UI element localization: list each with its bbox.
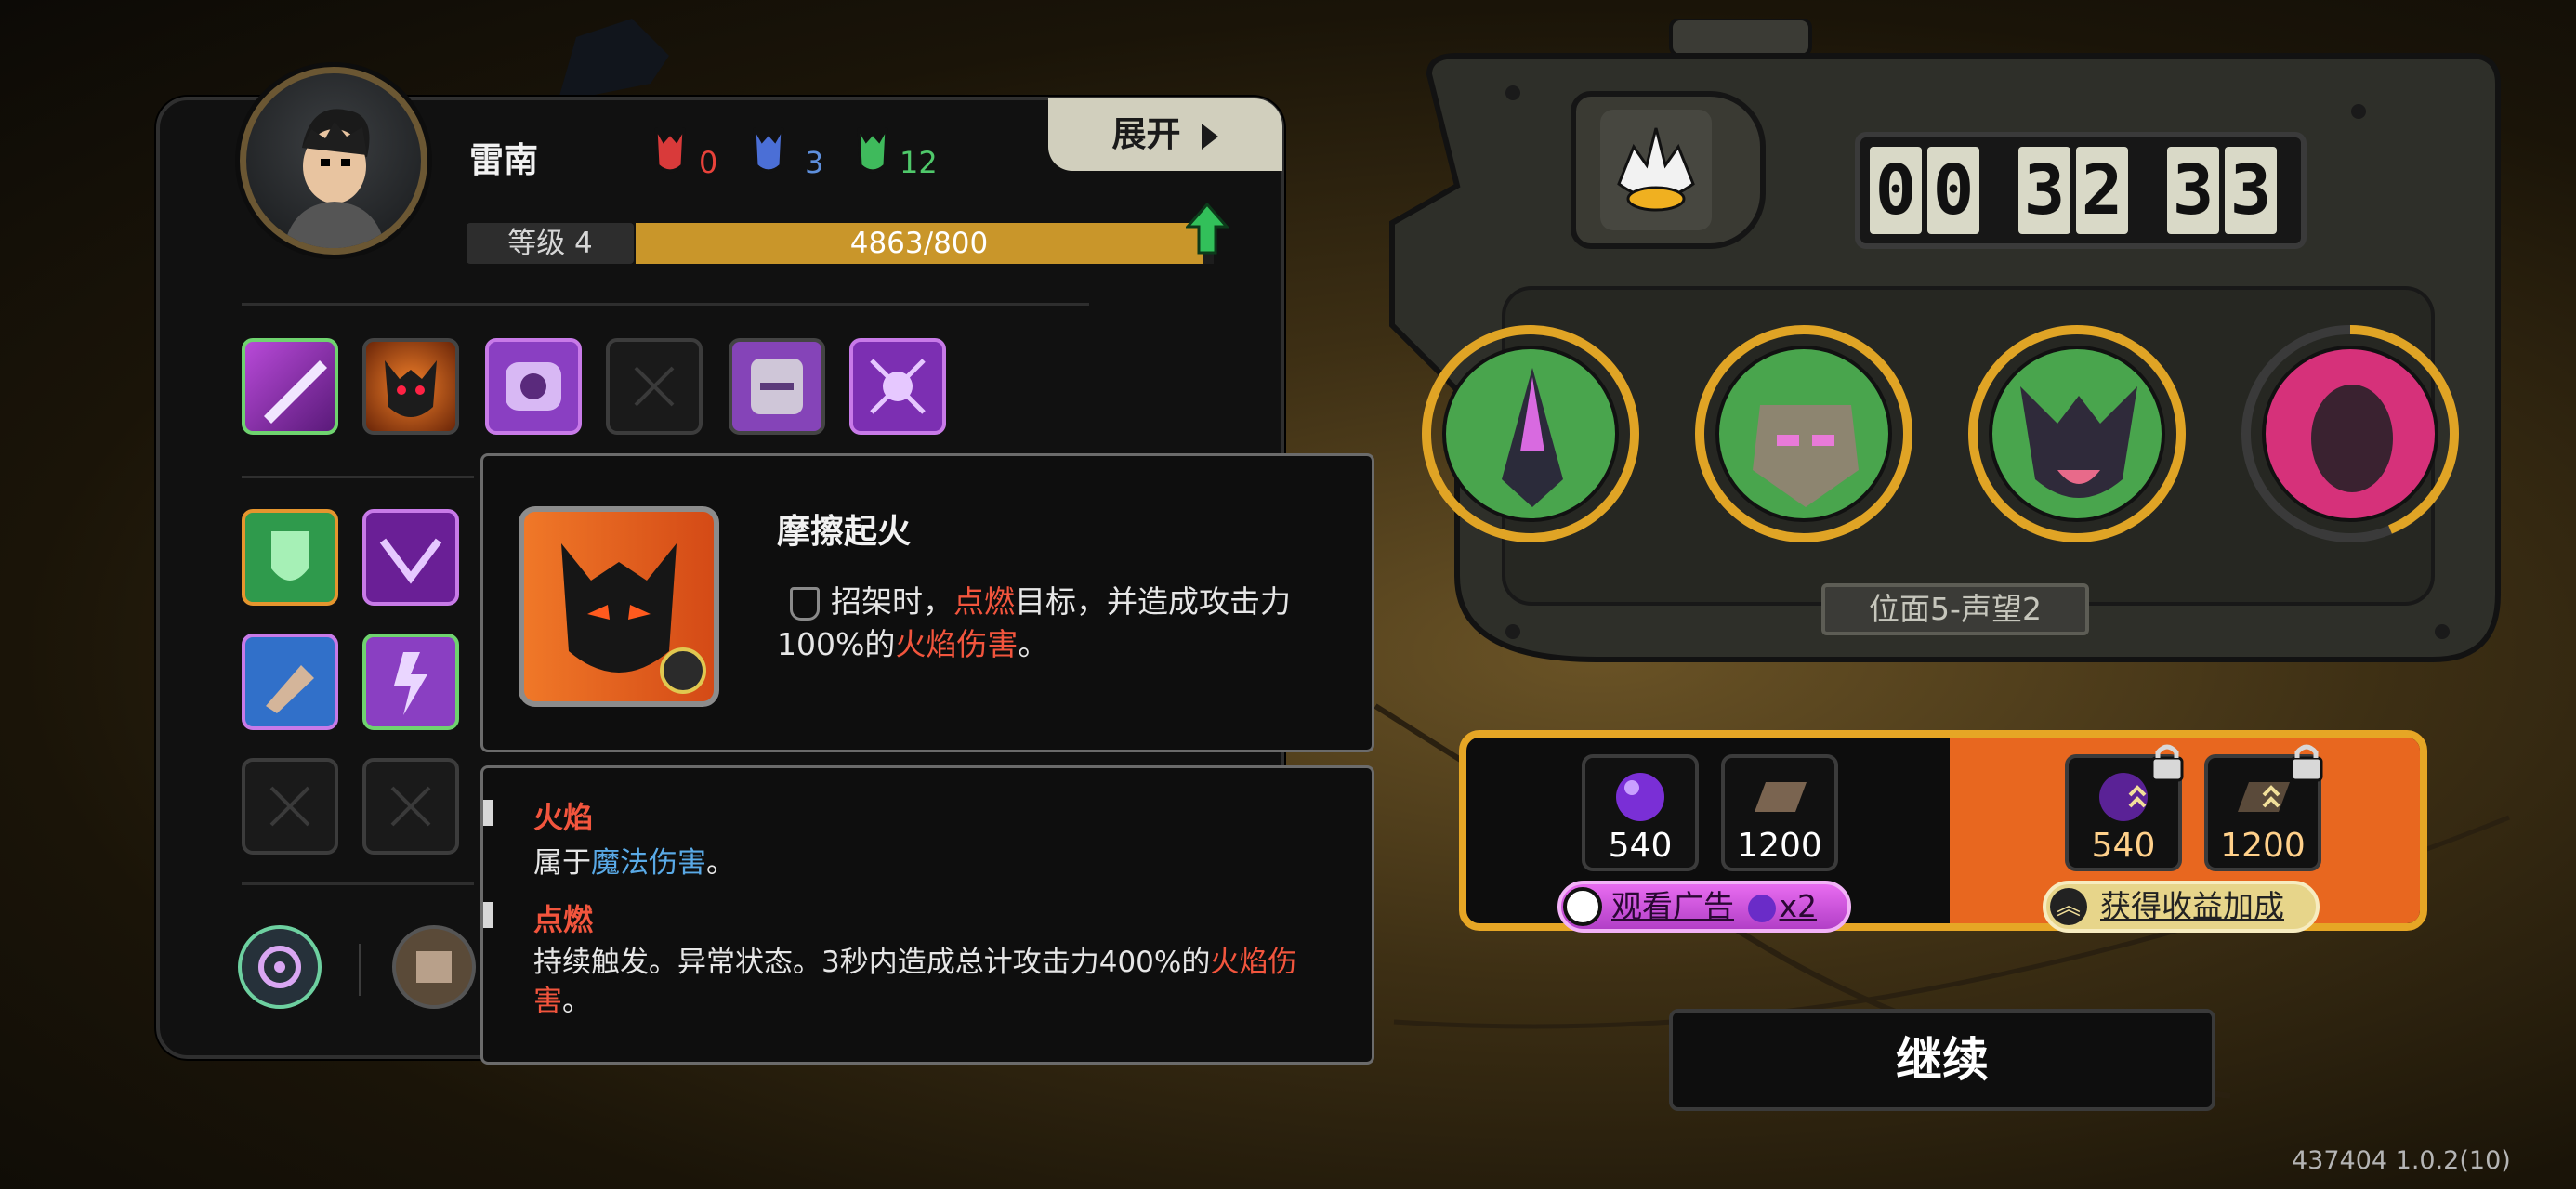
gain-bonus-button[interactable]: ︽ 获得收益加成 — [2043, 881, 2320, 933]
item-slot-empty-1[interactable] — [242, 758, 338, 855]
book-icon — [1755, 782, 1807, 812]
item-slot-2[interactable] — [362, 509, 459, 606]
scroll-icon — [416, 951, 452, 983]
chevron-left-icon — [660, 647, 706, 694]
level-up-arrow-icon[interactable] — [1186, 203, 1229, 255]
duck-icon — [1600, 110, 1712, 230]
progress-arc — [2349, 325, 2459, 534]
skill-slot-5[interactable] — [729, 338, 825, 435]
stat-red: 0 — [654, 123, 717, 180]
network-icon — [870, 359, 926, 414]
timer-digit: 3 — [2167, 147, 2219, 234]
green-shield-icon — [271, 531, 309, 581]
empty-x-icon — [269, 786, 310, 827]
reward-orb: 540 — [1582, 754, 1699, 871]
dark-knight-icon — [1502, 368, 1563, 507]
skill-tooltip: 摩擦起火 招架时，点燃目标，并造成攻击力 100%的火焰伤害。 — [480, 453, 1374, 752]
timer-digit: 3 — [2018, 147, 2070, 234]
timer-digit: 3 — [2225, 147, 2277, 234]
sword-strike-icon — [264, 360, 327, 424]
empty-x-icon — [390, 786, 431, 827]
armor-icon — [751, 359, 803, 414]
version-label: 437404 1.0.2(10) — [2292, 1146, 2511, 1175]
gear-device-icon — [506, 362, 561, 411]
continue-button[interactable]: 继续 — [1669, 1009, 2215, 1111]
play-triangle-icon — [1202, 123, 1219, 150]
xp-bar: 4863/800 — [636, 223, 1214, 264]
skill-slot-2[interactable] — [362, 338, 459, 435]
marker — [483, 800, 493, 826]
stat-green: 12 — [857, 123, 938, 180]
purple-orb-icon — [1747, 894, 1776, 922]
ultimate-skill-button[interactable] — [238, 925, 322, 1009]
glossary-fire-desc: 属于魔法伤害。 — [533, 846, 735, 880]
hero-name: 雷南 — [469, 140, 538, 180]
reward-book: 1200 — [1721, 754, 1838, 871]
fire-demon-icon — [385, 360, 437, 417]
tooltip-skill-image — [519, 506, 719, 707]
purple-orb-icon — [1616, 773, 1664, 821]
stat-red-value: 0 — [699, 145, 718, 180]
enemy-orb-1[interactable] — [1422, 325, 1639, 542]
hero-avatar[interactable] — [240, 67, 427, 255]
keyword-glossary: 火焰 属于魔法伤害。 点燃 持续触发。异常状态。3秒内造成总计攻击力400%的火… — [480, 765, 1374, 1065]
bullet-icon — [266, 665, 314, 713]
lock-icon — [2290, 744, 2323, 782]
skill-slot-1[interactable] — [242, 338, 338, 435]
stat-blue-value: 3 — [805, 145, 824, 180]
skill-slot-6[interactable] — [849, 338, 946, 435]
glossary-ignite-desc: 持续触发。异常状态。3秒内造成总计攻击力400%的火焰伤害。 — [533, 946, 1297, 1018]
timer-digit: 0 — [1927, 147, 1979, 234]
lock-icon — [2150, 744, 2184, 782]
red-demon-icon — [654, 127, 686, 173]
divider — [242, 882, 474, 885]
level-label: 等级 4 — [467, 223, 634, 264]
swirl-icon — [258, 946, 301, 988]
enemy-orb-3[interactable] — [1968, 325, 2186, 542]
divider — [359, 944, 361, 996]
golem-head-icon — [1753, 405, 1859, 507]
enemy-orb-2[interactable] — [1695, 325, 1912, 542]
item-button[interactable] — [392, 925, 476, 1009]
tooltip-description: 招架时，点燃目标，并造成攻击力 100%的火焰伤害。 — [777, 583, 1291, 662]
stat-blue: 3 — [753, 123, 823, 180]
play-circle-icon — [1563, 886, 1602, 926]
watch-ad-button[interactable]: 观看广告 x2 — [1557, 881, 1851, 933]
double-chevron-up-icon: ︽ — [2050, 887, 2087, 925]
divider — [242, 303, 1089, 306]
enemy-orb-4[interactable] — [2241, 325, 2459, 542]
horned-demon-icon — [2020, 386, 2137, 498]
parry-icon — [790, 586, 820, 621]
marker — [483, 902, 493, 928]
blue-demon-icon — [753, 127, 784, 173]
item-slot-4[interactable] — [362, 634, 459, 730]
countdown-timer: 0 0 3 2 3 3 — [1855, 132, 2307, 249]
divider — [242, 476, 474, 478]
tooltip-title: 摩擦起火 — [777, 513, 912, 551]
expand-button[interactable]: 展开 — [1048, 98, 1282, 171]
item-slot-3[interactable] — [242, 634, 338, 730]
skill-slot-empty[interactable] — [606, 338, 703, 435]
empty-x-icon — [634, 366, 675, 407]
item-slot-empty-2[interactable] — [362, 758, 459, 855]
item-slot-1[interactable] — [242, 509, 338, 606]
skill-slot-3[interactable] — [485, 338, 582, 435]
timer-digit: 0 — [1870, 147, 1922, 234]
expand-label: 展开 — [1111, 114, 1181, 154]
stat-green-value: 12 — [900, 145, 938, 180]
glossary-term-fire: 火焰 — [533, 800, 594, 835]
lightning-icon — [394, 652, 427, 715]
glossary-term-ignite: 点燃 — [533, 902, 594, 937]
timer-digit: 2 — [2076, 147, 2128, 234]
claw-icon — [379, 538, 442, 584]
green-demon-icon — [857, 127, 888, 173]
stage-label: 位面5-声望2 — [1821, 583, 2089, 635]
boss-portrait-frame — [1571, 91, 1766, 249]
